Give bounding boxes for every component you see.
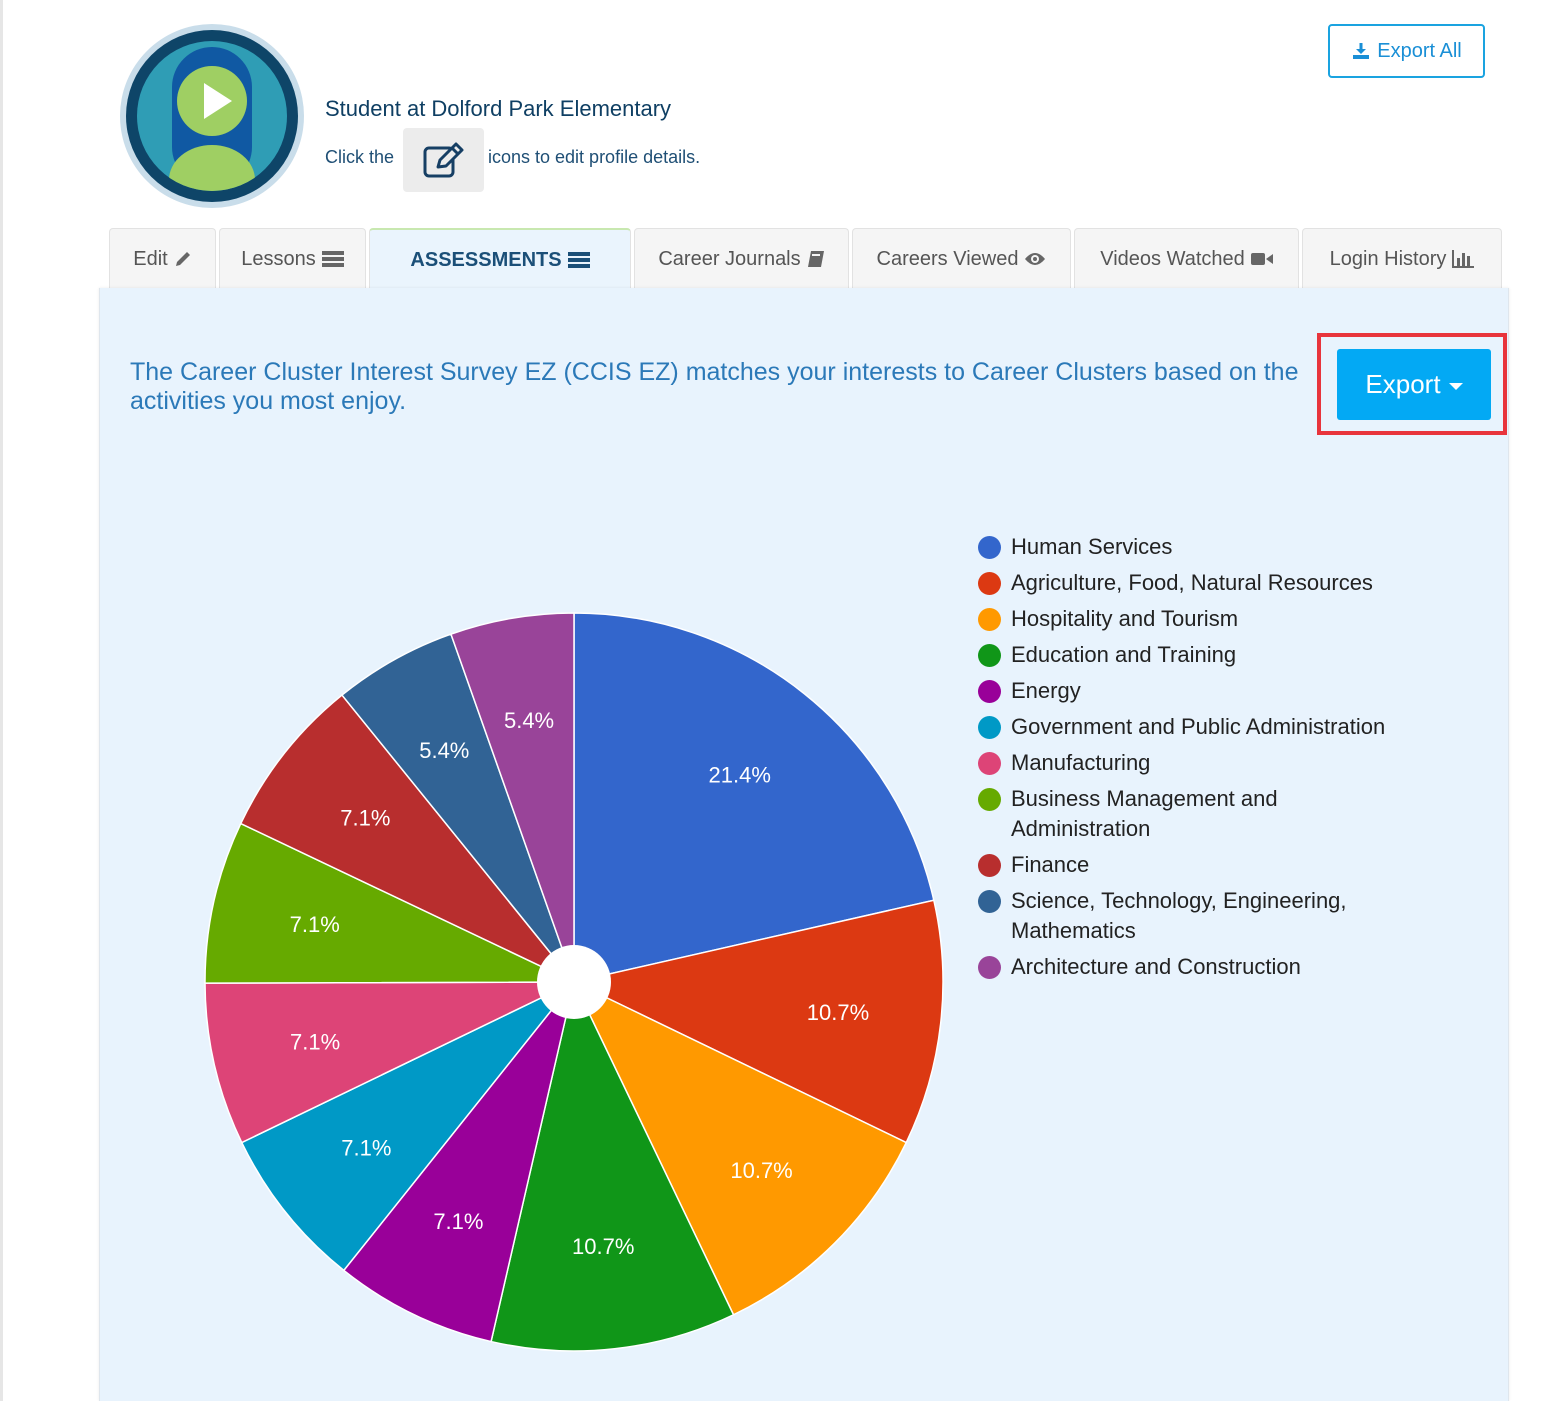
slice-percent-label: 7.1% [433, 1209, 483, 1234]
legend-item[interactable]: Architecture and Construction [978, 952, 1418, 982]
legend-color-swatch [978, 752, 1001, 775]
slice-percent-label: 7.1% [340, 806, 390, 831]
slice-percent-label: 7.1% [290, 1030, 340, 1055]
legend-color-swatch [978, 890, 1001, 913]
legend-label: Government and Public Administration [1011, 714, 1386, 739]
legend-item[interactable]: Education and Training [978, 640, 1418, 670]
legend-item[interactable]: Science, Technology, Engineering, Mathem… [978, 886, 1418, 946]
legend-color-swatch [978, 854, 1001, 877]
legend-color-swatch [978, 608, 1001, 631]
legend-label: Agriculture, Food, Natural Resources [1011, 570, 1373, 595]
legend-item[interactable]: Government and Public Administration [978, 712, 1418, 742]
legend-item[interactable]: Energy [978, 676, 1418, 706]
slice-percent-label: 7.1% [290, 912, 340, 937]
legend-item[interactable]: Agriculture, Food, Natural Resources [978, 568, 1418, 598]
legend-color-swatch [978, 956, 1001, 979]
slice-percent-label: 10.7% [807, 1000, 869, 1025]
slice-percent-label: 10.7% [572, 1234, 634, 1259]
legend-item[interactable]: Finance [978, 850, 1418, 880]
legend-label: Manufacturing [1011, 750, 1151, 775]
legend-label: Human Services [1011, 534, 1173, 559]
legend-label: Education and Training [1011, 642, 1237, 667]
legend-color-swatch [978, 644, 1001, 667]
slice-percent-label: 21.4% [709, 762, 771, 787]
legend-item[interactable]: Manufacturing [978, 748, 1418, 778]
legend-label: Science, Technology, Engineering, Mathem… [1011, 888, 1347, 943]
slice-percent-label: 10.7% [730, 1158, 792, 1183]
legend-color-swatch [978, 572, 1001, 595]
legend-color-swatch [978, 536, 1001, 559]
legend-item[interactable]: Human Services [978, 532, 1418, 562]
legend-label: Architecture and Construction [1011, 954, 1301, 979]
legend-color-swatch [978, 716, 1001, 739]
legend-color-swatch [978, 788, 1001, 811]
slice-percent-label: 5.4% [504, 708, 554, 733]
legend-color-swatch [978, 680, 1001, 703]
legend-item[interactable]: Hospitality and Tourism [978, 604, 1418, 634]
legend-label: Hospitality and Tourism [1011, 606, 1239, 631]
legend-label: Business Management and Administration [1011, 786, 1278, 841]
legend-item[interactable]: Business Management and Administration [978, 784, 1418, 844]
chart-legend: Human Services Agriculture, Food, Natural… [978, 532, 1418, 988]
legend-label: Energy [1011, 678, 1081, 703]
donut-hole [537, 945, 611, 1019]
legend-label: Finance [1011, 852, 1090, 877]
slice-percent-label: 5.4% [419, 738, 469, 763]
slice-percent-label: 7.1% [341, 1136, 391, 1161]
